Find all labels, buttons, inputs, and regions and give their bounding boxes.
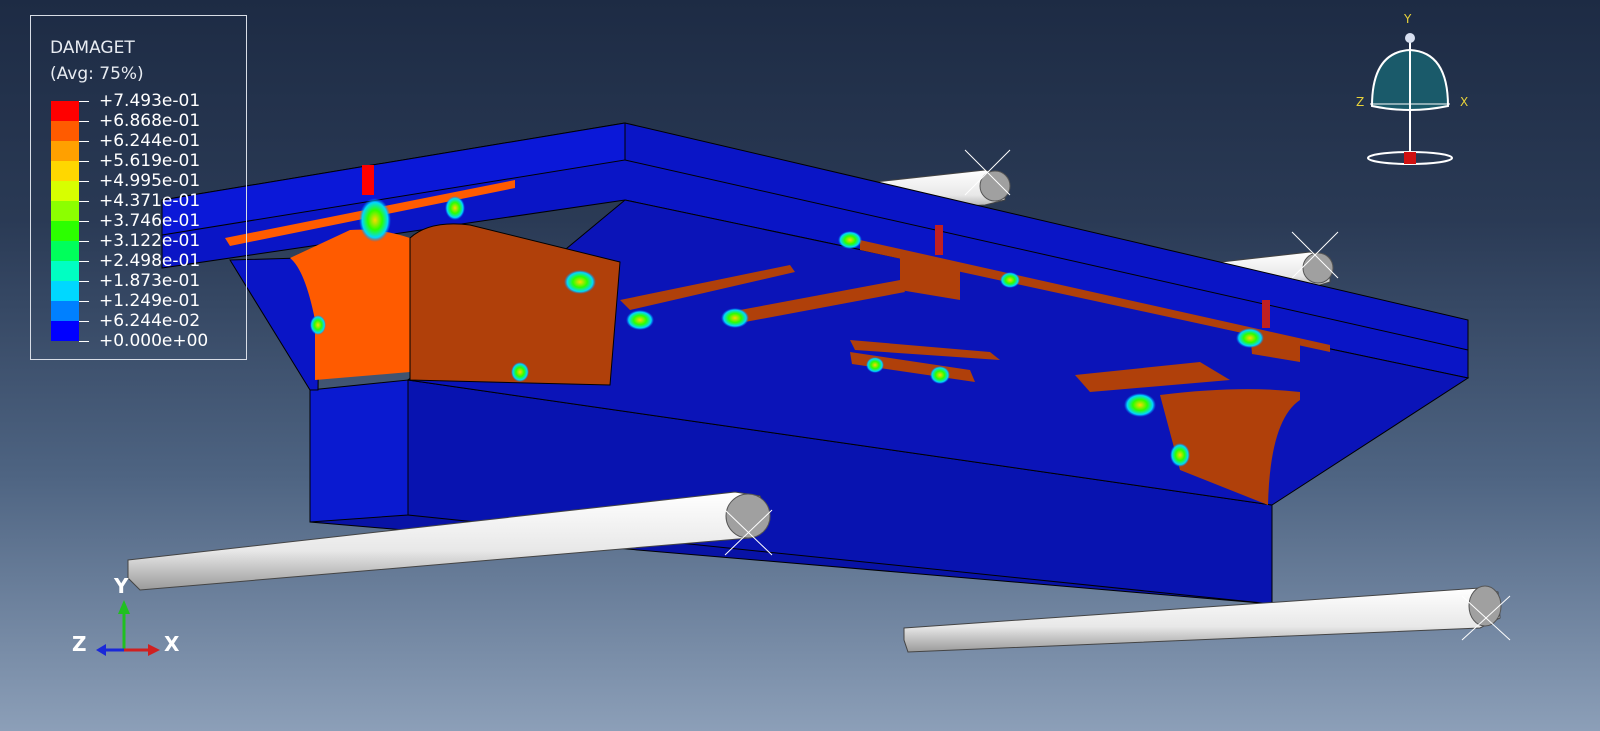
legend-title: DAMAGET (50, 38, 135, 58)
view-cube-x-label: X (1460, 95, 1469, 109)
legend-tick (79, 281, 89, 282)
legend-swatch (51, 301, 79, 321)
legend-label: +0.000e+00 (99, 331, 209, 351)
legend-label: +6.244e-01 (99, 131, 201, 151)
legend-swatch (51, 221, 79, 241)
legend-label: +3.746e-01 (99, 211, 201, 231)
legend-label: +6.244e-02 (99, 311, 201, 331)
legend-swatch (51, 181, 79, 201)
legend-swatch (51, 141, 79, 161)
legend-tick (79, 321, 89, 322)
legend-tick (79, 261, 89, 262)
legend-tick (79, 341, 89, 342)
legend-swatch (51, 261, 79, 281)
legend-tick (79, 241, 89, 242)
legend-swatch (51, 121, 79, 141)
abaqus-viewport[interactable]: DAMAGET (Avg: 75%) +7.493e-01 +6.868e-01 +6.… (0, 0, 1600, 731)
legend-label: +5.619e-01 (99, 151, 201, 171)
legend-swatch (51, 281, 79, 301)
triad-x-label: X (164, 632, 180, 656)
view-cube-y-label: Y (1404, 12, 1412, 26)
legend-label: +1.249e-01 (99, 291, 201, 311)
legend-label: +4.995e-01 (99, 171, 201, 191)
legend-swatch (51, 201, 79, 221)
legend-tick (79, 161, 89, 162)
contour-legend: DAMAGET (Avg: 75%) +7.493e-01 +6.868e-01 +6.… (30, 15, 247, 360)
axis-triad (96, 600, 160, 656)
view-cube-z-label: Z (1356, 95, 1365, 109)
legend-tick (79, 181, 89, 182)
legend-swatch (51, 241, 79, 261)
legend-label: +2.498e-01 (99, 251, 201, 271)
legend-tick (79, 221, 89, 222)
legend-label: +4.371e-01 (99, 191, 201, 211)
triad-z-label: Z (72, 632, 87, 656)
legend-tick (79, 101, 89, 102)
legend-tick (79, 141, 89, 142)
triad-y-label: Y (114, 574, 129, 598)
legend-swatch (51, 321, 79, 341)
view-cube[interactable] (1367, 33, 1453, 165)
legend-swatch (51, 161, 79, 181)
legend-label: +3.122e-01 (99, 231, 201, 251)
legend-tick (79, 201, 89, 202)
legend-subtitle: (Avg: 75%) (50, 64, 144, 84)
legend-label: +1.873e-01 (99, 271, 201, 291)
legend-tick (79, 301, 89, 302)
legend-label: +6.868e-01 (99, 111, 201, 131)
legend-tick (79, 121, 89, 122)
legend-swatch (51, 101, 79, 121)
legend-label: +7.493e-01 (99, 91, 201, 111)
slab-body (161, 122, 1470, 605)
